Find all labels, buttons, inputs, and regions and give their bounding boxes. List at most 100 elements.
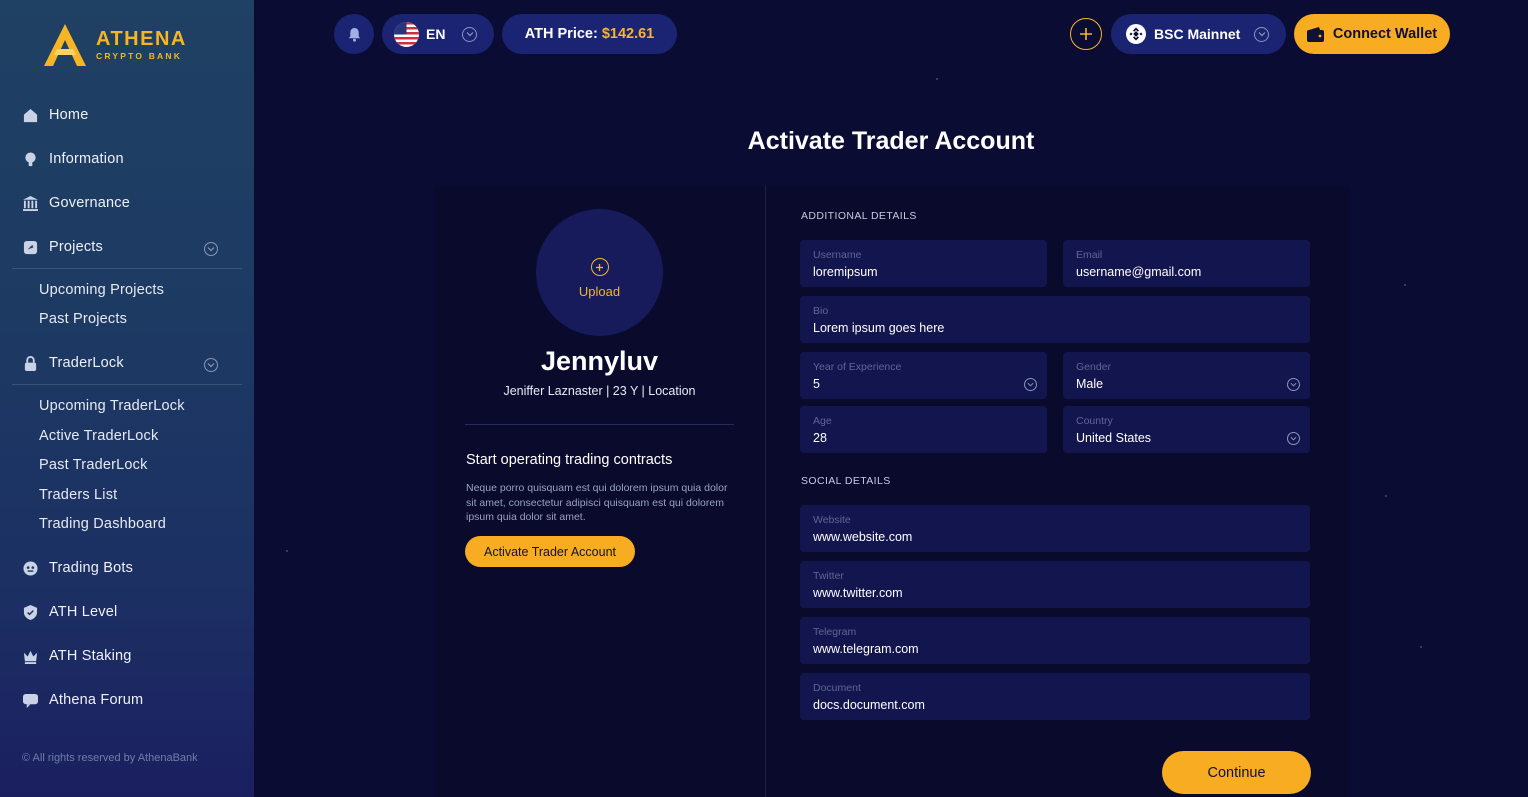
upload-avatar-button[interactable]: Upload bbox=[536, 209, 663, 336]
profile-meta: Jeniffer Laznaster | 23 Y | Location bbox=[503, 384, 696, 398]
sidebar-item-projects[interactable]: Projects bbox=[22, 234, 242, 260]
sidebar-subitem-upcoming-traderlock[interactable]: Upcoming TraderLock bbox=[39, 398, 185, 414]
sidebar: ATHENA CRYPTO BANK Home Information Gove… bbox=[0, 0, 254, 797]
shield-icon bbox=[22, 604, 38, 620]
experience-select[interactable]: Year of Experience 5 bbox=[800, 352, 1047, 399]
add-token-button[interactable] bbox=[1070, 18, 1102, 50]
field-label: Document bbox=[813, 682, 861, 694]
sidebar-item-trading-bots[interactable]: Trading Bots bbox=[22, 555, 242, 581]
page-title: Activate Trader Account bbox=[747, 127, 1035, 155]
sidebar-item-label: Trading Bots bbox=[49, 560, 134, 576]
folder-icon bbox=[22, 239, 38, 255]
field-label: Year of Experience bbox=[813, 361, 902, 373]
field-value: loremipsum bbox=[813, 265, 878, 279]
brand-tagline: CRYPTO BANK bbox=[96, 51, 183, 61]
notifications-button[interactable] bbox=[334, 14, 374, 54]
connect-wallet-label: Connect Wallet bbox=[1332, 26, 1438, 42]
language-selector[interactable]: EN bbox=[382, 14, 494, 54]
chevron-down-icon[interactable] bbox=[204, 358, 218, 372]
gender-select[interactable]: Gender Male bbox=[1063, 352, 1310, 399]
background-sparkle bbox=[286, 550, 288, 552]
start-trading-description: Neque porro quisquam est qui dolorem ips… bbox=[466, 482, 728, 523]
continue-button[interactable]: Continue bbox=[1162, 751, 1311, 794]
network-selector[interactable]: BSC Mainnet bbox=[1111, 14, 1286, 54]
field-value: Lorem ipsum goes here bbox=[813, 321, 945, 335]
connect-wallet-button[interactable]: Connect Wallet bbox=[1294, 14, 1450, 54]
card-divider bbox=[765, 185, 766, 797]
document-field[interactable]: Document docs.document.com bbox=[800, 673, 1310, 720]
additional-details-heading: ADDITIONAL DETAILS bbox=[801, 210, 917, 222]
sidebar-subitem-active-traderlock[interactable]: Active TraderLock bbox=[39, 428, 158, 444]
field-label: Twitter bbox=[813, 570, 844, 582]
price-value: $142.61 bbox=[601, 26, 655, 42]
sidebar-item-label: ATH Level bbox=[49, 604, 118, 620]
sidebar-item-home[interactable]: Home bbox=[22, 102, 242, 128]
chevron-down-icon bbox=[1287, 432, 1300, 445]
start-trading-title: Start operating trading contracts bbox=[466, 452, 673, 468]
athena-logo[interactable]: ATHENA CRYPTO BANK bbox=[40, 22, 187, 68]
telegram-field[interactable]: Telegram www.telegram.com bbox=[800, 617, 1310, 664]
sidebar-item-label: Athena Forum bbox=[49, 692, 144, 708]
country-select[interactable]: Country United States bbox=[1063, 406, 1310, 453]
field-label: Email bbox=[1076, 249, 1103, 261]
bot-icon bbox=[22, 560, 38, 576]
background-sparkle bbox=[1385, 495, 1387, 497]
field-label: Age bbox=[813, 415, 832, 427]
wallet-icon bbox=[1306, 26, 1324, 42]
plus-circle-icon bbox=[590, 258, 609, 276]
nav-divider bbox=[12, 268, 242, 269]
field-label: Country bbox=[1076, 415, 1113, 427]
field-value: 28 bbox=[813, 431, 827, 445]
brand-name: ATHENA bbox=[96, 28, 187, 50]
chevron-down-icon bbox=[1254, 26, 1269, 42]
sidebar-subitem-past-projects[interactable]: Past Projects bbox=[39, 311, 127, 327]
profile-display-name: Jennyluv bbox=[540, 346, 659, 376]
username-field[interactable]: Username loremipsum bbox=[800, 240, 1047, 287]
athena-logo-icon bbox=[44, 24, 86, 66]
sidebar-item-traderlock[interactable]: TraderLock bbox=[22, 350, 242, 376]
background-sparkle bbox=[936, 78, 938, 80]
chevron-down-icon bbox=[462, 26, 477, 42]
social-details-heading: SOCIAL DETAILS bbox=[801, 475, 891, 487]
email-field[interactable]: Email username@gmail.com bbox=[1063, 240, 1310, 287]
field-label: Bio bbox=[813, 305, 829, 317]
age-field[interactable]: Age 28 bbox=[800, 406, 1047, 453]
chevron-down-icon bbox=[1287, 378, 1300, 391]
sidebar-subitem-traders-list[interactable]: Traders List bbox=[39, 487, 117, 503]
language-label: EN bbox=[426, 26, 446, 42]
bulb-icon bbox=[22, 151, 38, 167]
website-field[interactable]: Website www.website.com bbox=[800, 505, 1310, 552]
sidebar-item-label: Governance bbox=[49, 195, 130, 211]
field-value: www.twitter.com bbox=[813, 586, 903, 600]
sidebar-subitem-upcoming-projects[interactable]: Upcoming Projects bbox=[39, 282, 164, 298]
field-label: Username bbox=[813, 249, 862, 261]
divider bbox=[465, 424, 734, 425]
field-value: 5 bbox=[813, 377, 820, 391]
field-value: Male bbox=[1076, 377, 1104, 391]
sidebar-item-label: Information bbox=[49, 151, 124, 167]
lock-icon bbox=[22, 355, 38, 371]
activate-trader-account-button[interactable]: Activate Trader Account bbox=[465, 536, 635, 567]
chat-icon bbox=[22, 692, 38, 708]
chevron-down-icon[interactable] bbox=[204, 242, 218, 256]
sidebar-item-governance[interactable]: Governance bbox=[22, 190, 242, 216]
crown-icon bbox=[22, 648, 38, 664]
sidebar-item-ath-level[interactable]: ATH Level bbox=[22, 599, 242, 625]
bio-field[interactable]: Bio Lorem ipsum goes here bbox=[800, 296, 1310, 343]
twitter-field[interactable]: Twitter www.twitter.com bbox=[800, 561, 1310, 608]
field-value: username@gmail.com bbox=[1076, 265, 1202, 279]
sidebar-subitem-trading-dashboard[interactable]: Trading Dashboard bbox=[39, 516, 166, 532]
sidebar-item-athena-forum[interactable]: Athena Forum bbox=[22, 687, 242, 713]
chevron-down-icon bbox=[1024, 378, 1037, 391]
sidebar-item-information[interactable]: Information bbox=[22, 146, 242, 172]
home-icon bbox=[22, 107, 38, 123]
field-label: Gender bbox=[1076, 361, 1112, 373]
sidebar-item-label: TraderLock bbox=[49, 355, 124, 371]
bank-icon bbox=[22, 195, 38, 211]
upload-label: Upload bbox=[578, 284, 621, 299]
us-flag-icon bbox=[394, 21, 419, 47]
sidebar-item-ath-staking[interactable]: ATH Staking bbox=[22, 643, 242, 669]
sidebar-subitem-past-traderlock[interactable]: Past TraderLock bbox=[39, 457, 148, 473]
sidebar-item-label: Projects bbox=[49, 239, 103, 255]
field-label: Telegram bbox=[813, 626, 857, 638]
